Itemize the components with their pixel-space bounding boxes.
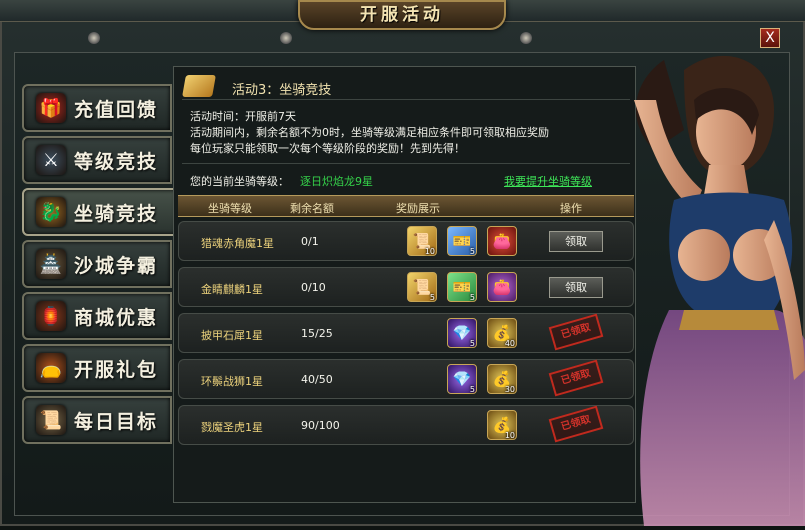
sidebar-item-label: 充值回馈 bbox=[74, 98, 159, 121]
item-quantity: 10 bbox=[424, 247, 435, 256]
shop-icon: 🏮 bbox=[36, 301, 66, 331]
claimed-stamp: 已领取 bbox=[548, 313, 604, 351]
table-header: 坐骑等级 剩余名额 奖励展示 操作 bbox=[178, 195, 634, 217]
item-quantity: 5 bbox=[429, 293, 435, 302]
sidebar-item-label: 商城优惠 bbox=[74, 306, 159, 329]
gold-gem-chest-icon[interactable]: 💰 10 bbox=[487, 410, 517, 440]
gold-scroll-icon[interactable]: 📜 10 bbox=[407, 226, 437, 256]
header-level: 坐骑等级 bbox=[208, 202, 252, 215]
sidebar-item-7[interactable]: 📜 每日目标 bbox=[22, 396, 172, 444]
gold-gem-chest-icon[interactable]: 💰 40 bbox=[487, 318, 517, 348]
mount-level: 金睛麒麟1星 bbox=[201, 283, 263, 296]
mount-level: 披甲石犀1星 bbox=[201, 329, 263, 342]
sidebar-item-3[interactable]: 🐉 坐骑竞技 bbox=[22, 188, 178, 236]
claimed-stamp: 已领取 bbox=[548, 405, 604, 443]
activity-panel: 活动3：坐骑竞技 活动时间：开服前7天 活动期间内，剩余名额不为0时，坐骑等级满… bbox=[173, 66, 636, 503]
dragon-mount-icon: 🐉 bbox=[36, 197, 66, 227]
item-quantity: 5 bbox=[469, 247, 475, 256]
claimed-stamp: 已领取 bbox=[548, 359, 604, 397]
rivet-icon bbox=[280, 32, 292, 44]
title-plate: 开服活动 bbox=[298, 0, 506, 30]
divider bbox=[182, 163, 630, 164]
purple-gem-icon[interactable]: 💎 5 bbox=[447, 318, 477, 348]
purple-bag-icon[interactable]: 👛 bbox=[487, 272, 517, 302]
castle-icon: 🏯 bbox=[36, 249, 66, 279]
gift-bag-icon: 👝 bbox=[36, 353, 66, 383]
sidebar-item-label: 每日目标 bbox=[74, 410, 159, 433]
red-bag-icon[interactable]: 👛 bbox=[487, 226, 517, 256]
remaining-count: 40/50 bbox=[301, 373, 333, 386]
current-mount-value: 逐日炽焰龙9星 bbox=[300, 175, 373, 188]
table-row: 金睛麒麟1星 0/10 📜 5 🎫 5 👛 领取 bbox=[178, 267, 634, 307]
claim-button[interactable]: 领取 bbox=[549, 231, 603, 252]
table-row: 猎魂赤角魔1星 0/1 📜 10 🎫 5 👛 领取 bbox=[178, 221, 634, 261]
remaining-count: 0/1 bbox=[301, 235, 319, 248]
gold-scroll-icon[interactable]: 📜 5 bbox=[407, 272, 437, 302]
mount-level: 环鬃战狮1星 bbox=[201, 375, 263, 388]
scroll-icon bbox=[182, 75, 216, 97]
sidebar-item-label: 开服礼包 bbox=[74, 358, 159, 381]
blue-ticket-icon[interactable]: 🎫 5 bbox=[447, 226, 477, 256]
current-mount-label: 您的当前坐骑等级： bbox=[190, 175, 289, 188]
sidebar-item-5[interactable]: 🏮 商城优惠 bbox=[22, 292, 172, 340]
sidebar-item-label: 沙城争霸 bbox=[74, 254, 159, 277]
window-title: 开服活动 bbox=[360, 5, 444, 25]
sidebar-item-label: 等级竞技 bbox=[74, 150, 159, 173]
rivet-icon bbox=[88, 32, 100, 44]
activity-title: 活动3：坐骑竞技 bbox=[232, 83, 332, 98]
activity-time: 活动时间：开服前7天 bbox=[190, 110, 296, 123]
sidebar-item-label: 坐骑竞技 bbox=[74, 202, 159, 225]
gold-gem-chest-icon[interactable]: 💰 30 bbox=[487, 364, 517, 394]
activity-desc: 活动期间内，剩余名额不为0时，坐骑等级满足相应条件即可领取相应奖励 bbox=[190, 126, 549, 139]
header-rewards: 奖励展示 bbox=[396, 202, 440, 215]
header-remaining: 剩余名额 bbox=[290, 202, 334, 215]
item-quantity: 10 bbox=[504, 431, 515, 440]
item-quantity: 5 bbox=[469, 339, 475, 348]
table-row: 环鬃战狮1星 40/50 💎 5 💰 30 已领取 bbox=[178, 359, 634, 399]
remaining-count: 0/10 bbox=[301, 281, 326, 294]
divider bbox=[182, 99, 630, 100]
sidebar-item-6[interactable]: 👝 开服礼包 bbox=[22, 344, 172, 392]
activity-rule: 每位玩家只能领取一次每个等级阶段的奖励！先到先得！ bbox=[190, 142, 465, 155]
item-quantity: 30 bbox=[504, 385, 515, 394]
item-quantity: 5 bbox=[469, 385, 475, 394]
sidebar-item-2[interactable]: ⚔ 等级竞技 bbox=[22, 136, 172, 184]
mount-level: 猎魂赤角魔1星 bbox=[201, 237, 274, 250]
table-row: 披甲石犀1星 15/25 💎 5 💰 40 已领取 bbox=[178, 313, 634, 353]
item-quantity: 5 bbox=[469, 293, 475, 302]
sidebar-item-1[interactable]: 🎁 充值回馈 bbox=[22, 84, 172, 132]
item-quantity: 40 bbox=[504, 339, 515, 348]
mount-level: 戮魔圣虎1星 bbox=[201, 421, 263, 434]
claim-button[interactable]: 领取 bbox=[549, 277, 603, 298]
rivet-icon bbox=[520, 32, 532, 44]
remaining-count: 15/25 bbox=[301, 327, 333, 340]
green-ticket-icon[interactable]: 🎫 5 bbox=[447, 272, 477, 302]
character-portrait bbox=[624, 40, 805, 526]
remaining-count: 90/100 bbox=[301, 419, 340, 432]
table-row: 戮魔圣虎1星 90/100 💰 10 已领取 bbox=[178, 405, 634, 445]
gift-icon: 🎁 bbox=[36, 93, 66, 123]
sidebar-item-4[interactable]: 🏯 沙城争霸 bbox=[22, 240, 172, 288]
header-action: 操作 bbox=[560, 202, 582, 215]
crossed-swords-icon: ⚔ bbox=[36, 145, 66, 175]
upgrade-mount-link[interactable]: 我要提升坐骑等级 bbox=[504, 173, 592, 189]
scroll-icon: 📜 bbox=[36, 405, 66, 435]
purple-gem-icon[interactable]: 💎 5 bbox=[447, 364, 477, 394]
